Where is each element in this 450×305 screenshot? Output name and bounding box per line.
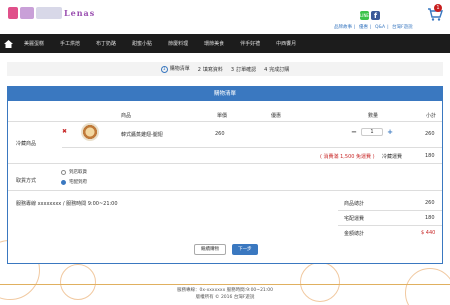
delivery-option-store[interactable]: 到店取貨 (61, 169, 87, 175)
house-icon (3, 39, 13, 48)
divider (8, 121, 442, 122)
item-subtotal: 260 (425, 131, 435, 137)
qty-decrease-button[interactable]: − (351, 128, 357, 136)
site-logo[interactable]: Lenas (8, 5, 95, 21)
total-label: 宅配運費 (344, 216, 365, 222)
product-name[interactable]: 韓式醬蒸雞翅-腿翅 (121, 131, 163, 138)
cart-count-badge: 1 (434, 4, 442, 12)
nav-item[interactable]: 甜蜜小點 (124, 40, 160, 47)
unit-price: 260 (215, 131, 225, 137)
site-header: Lenas LINE f 品牌故事 | 優惠 | Q&A | 台灣F遊說 1 (0, 0, 450, 32)
cart-title: 購物清單 (8, 87, 442, 101)
delivery-label: 取貨方式 (16, 178, 37, 184)
nav-item[interactable]: 美麗蛋糕 (16, 40, 52, 47)
cart-actions: 繼續購物 下一步 (194, 244, 258, 255)
logo-text: Lenas (64, 8, 96, 18)
divider (62, 147, 442, 148)
nav-item[interactable]: 中西饗月 (268, 40, 304, 47)
footer-contact: 服務專線：0x-xxxxxxx 服務時間:9:00~21:00 (176, 288, 274, 293)
free-shipping-note: ( 消費滿 1,500 免運費 ) (320, 154, 375, 160)
logo-block (36, 7, 62, 19)
divider (338, 210, 442, 211)
main-nav: 美麗蛋糕 手工烘焙 布丁奶酪 甜蜜小點 節慶料理 環節美食 伴手好禮 中西饗月 (0, 34, 450, 53)
link-brand-story[interactable]: 品牌故事 (334, 25, 352, 30)
service-info: 服務專線 xxxxxxxx / 服務時間 9:00~21:00 (16, 201, 118, 207)
cart-icon[interactable]: 1 (427, 4, 443, 22)
home-icon[interactable] (0, 34, 16, 53)
logo-block (8, 7, 18, 19)
shipping-fee: 180 (425, 153, 435, 159)
divider (338, 225, 442, 226)
total-label: 金額總計 (344, 231, 365, 237)
radio-button[interactable] (61, 169, 66, 175)
shipping-label: 冷藏運費 (382, 154, 403, 160)
total-value: 260 (425, 200, 435, 206)
total-value: 180 (425, 215, 435, 221)
divider (8, 190, 442, 191)
social-links: LINE f (360, 11, 380, 20)
link-site[interactable]: 台灣F遊說 (392, 25, 413, 30)
step-3: 3 訂單確認 (230, 66, 257, 73)
checkout-steps: 1 購物清單 2 填寫資料 3 訂單確認 4 完成訂購 (7, 62, 443, 76)
logo-block (20, 7, 34, 19)
site-footer: 服務專線：0x-xxxxxxx 服務時間:9:00~21:00 版權所有 © 2… (0, 287, 450, 301)
link-offers[interactable]: 優惠 (359, 25, 368, 30)
facebook-icon[interactable]: f (371, 11, 380, 20)
remove-item-icon[interactable]: ✖ (62, 128, 67, 135)
total-label: 商品總計 (344, 201, 365, 207)
col-header-subtotal: 小計 (426, 113, 437, 119)
next-step-button[interactable]: 下一步 (232, 244, 258, 255)
cart-panel: 購物清單 商品 單價 優惠 數量 小計 冷藏商品 ✖ 韓式醬蒸雞翅-腿翅 260… (7, 86, 443, 264)
nav-item[interactable]: 節慶料理 (160, 40, 196, 47)
radio-button-selected[interactable] (61, 179, 66, 185)
product-thumbnail[interactable] (81, 123, 99, 141)
section-label: 冷藏商品 (16, 141, 37, 147)
divider (8, 163, 442, 164)
delivery-option-home[interactable]: 宅配到府 (61, 179, 87, 185)
grand-total-value: $ 440 (421, 230, 436, 236)
line-icon[interactable]: LINE (360, 11, 369, 20)
qty-increase-button[interactable]: + (387, 128, 393, 136)
col-header-discount: 優惠 (271, 113, 282, 119)
col-header-product: 商品 (121, 113, 132, 119)
nav-item[interactable]: 環節美食 (196, 40, 232, 47)
step-2: 2 填寫資料 (197, 66, 223, 73)
nav-item[interactable]: 伴手好禮 (232, 40, 268, 47)
col-header-qty: 數量 (368, 113, 379, 119)
step-1: 1 購物清單 (160, 65, 190, 73)
link-qa[interactable]: Q&A (375, 25, 385, 30)
nav-item[interactable]: 布丁奶酪 (88, 40, 124, 47)
col-header-unit-price: 單價 (217, 113, 228, 119)
footer-copyright: 版權所有 © 2016 台灣F遊說 (195, 295, 255, 300)
step-4: 4 完成訂購 (264, 66, 290, 73)
nav-item[interactable]: 手工烘焙 (52, 40, 88, 47)
top-links: 品牌故事 | 優惠 | Q&A | 台灣F遊說 (334, 25, 413, 30)
continue-shopping-button[interactable]: 繼續購物 (194, 244, 226, 255)
footer-divider (0, 284, 450, 285)
qty-input[interactable]: 1 (361, 128, 383, 136)
quantity-stepper: − 1 + (351, 128, 393, 136)
